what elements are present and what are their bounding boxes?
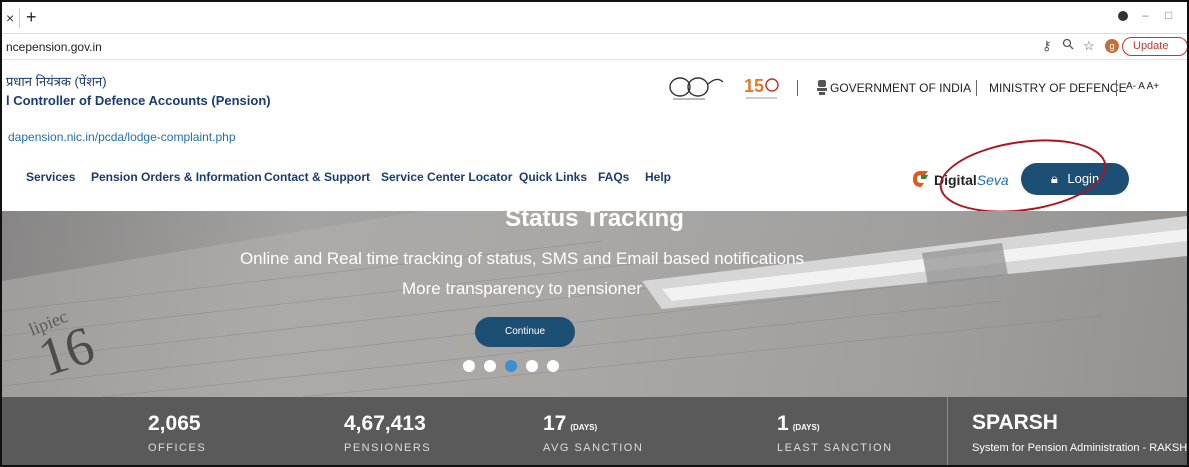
carousel-dot[interactable] <box>526 360 538 372</box>
stat-value: 17 (DAYS) <box>543 412 598 435</box>
nav-contact-support[interactable]: Contact & Support <box>264 170 370 184</box>
nav-help[interactable]: Help <box>645 170 671 184</box>
nav-service-center-locator[interactable]: Service Center Locator <box>381 170 512 184</box>
stat-least-sanction: 1 (DAYS) LEAST SANCTION <box>777 397 997 465</box>
tab-divider <box>19 8 20 28</box>
svg-text:15: 15 <box>744 76 764 96</box>
stat-unit: (DAYS) <box>570 423 598 432</box>
star-icon[interactable]: ☆ <box>1083 38 1095 54</box>
maximize-icon[interactable]: □ <box>1165 8 1172 22</box>
hero-background-image: 16 lipiec <box>2 211 1187 397</box>
digital-seva-logo-icon <box>913 171 928 187</box>
url-field[interactable]: ncepension.gov.in <box>6 40 102 54</box>
stat-value: 4,67,413 <box>344 412 426 435</box>
government-of-india: GOVERNMENT OF INDIA <box>830 81 972 95</box>
hero-tagline: More transparency to pensioner <box>401 279 643 298</box>
tab-bar: × + – □ <box>2 2 1187 34</box>
nav-quick-links[interactable]: Quick Links <box>519 170 587 184</box>
update-button[interactable]: Update <box>1122 37 1187 56</box>
nav-faqs[interactable]: FAQs <box>598 170 629 184</box>
anniversary-logo: 15 <box>744 76 779 99</box>
carousel-dot[interactable] <box>547 360 559 372</box>
stat-offices: 2,065 OFFICES <box>148 397 368 465</box>
header-divider <box>797 80 798 96</box>
close-tab-icon[interactable]: × <box>6 10 14 26</box>
stat-value: 1 (DAYS) <box>777 412 820 435</box>
address-bar: ncepension.gov.in ⚷ ☆ g Update <box>2 34 1187 60</box>
nav-pension-orders[interactable]: Pension Orders & Information <box>91 170 262 184</box>
national-emblem-icon <box>817 80 827 95</box>
digital-seva-text[interactable]: DigitalSeva <box>934 172 1009 188</box>
hero-subtitle: Online and Real time tracking of status,… <box>239 249 805 268</box>
status-url: dapension.nic.in/pcda/lodge-complaint.ph… <box>8 130 236 144</box>
minimize-icon[interactable]: – <box>1142 8 1149 22</box>
stat-label: LEAST SANCTION <box>777 442 893 454</box>
stat-unit: (DAYS) <box>792 423 820 432</box>
record-icon[interactable] <box>1118 11 1128 21</box>
carousel-indicators <box>463 359 568 377</box>
login-button[interactable]: 🔒︎ Login <box>1021 163 1129 195</box>
stat-label: AVG SANCTION <box>543 442 644 454</box>
hero-title: Status Tracking <box>505 211 684 232</box>
stat-avg-sanction: 17 (DAYS) AVG SANCTION <box>543 397 763 465</box>
stat-value: 2,065 <box>148 412 201 435</box>
browser-window: × + – □ ncepension.gov.in ⚷ ☆ g Update प… <box>0 0 1189 467</box>
org-name[interactable]: l Controller of Defence Accounts (Pensio… <box>6 93 271 108</box>
stats-divider <box>947 397 948 465</box>
continue-button[interactable]: Continue <box>475 317 575 347</box>
lock-icon: 🔒︎ <box>1050 171 1058 186</box>
carousel-dot[interactable] <box>484 360 496 372</box>
org-hindi-name: प्रधान नियंत्रक (पेंशन) <box>6 74 107 89</box>
hero-carousel: 16 lipiec Status Tracking Online and Rea… <box>2 211 1187 397</box>
stat-label: OFFICES <box>148 442 207 454</box>
sparsh-title[interactable]: SPARSH <box>972 411 1058 435</box>
carousel-dot[interactable] <box>463 360 475 372</box>
key-icon[interactable]: ⚷ <box>1042 38 1052 54</box>
new-tab-button[interactable]: + <box>26 7 37 28</box>
zoom-icon[interactable] <box>1062 38 1074 53</box>
stat-pensioners: 4,67,413 PENSIONERS <box>344 397 564 465</box>
stats-bar: 2,065 OFFICES 4,67,413 PENSIONERS 17 (DAY… <box>2 397 1189 465</box>
login-label: Login <box>1067 171 1100 186</box>
header-divider <box>1116 80 1117 96</box>
header-divider <box>976 80 977 96</box>
sparsh-description: System for Pension Administration - RAKS… <box>972 442 1189 454</box>
ministry-of-defence: MINISTRY OF DEFENCE <box>989 81 1127 95</box>
carousel-dot-active[interactable] <box>505 360 517 372</box>
stat-label: PENSIONERS <box>344 442 432 454</box>
profile-avatar[interactable]: g <box>1105 39 1119 53</box>
swachh-bharat-logo <box>669 77 724 100</box>
nav-services[interactable]: Services <box>26 170 75 184</box>
font-size-controls[interactable]: A- A A+ <box>1126 81 1159 92</box>
